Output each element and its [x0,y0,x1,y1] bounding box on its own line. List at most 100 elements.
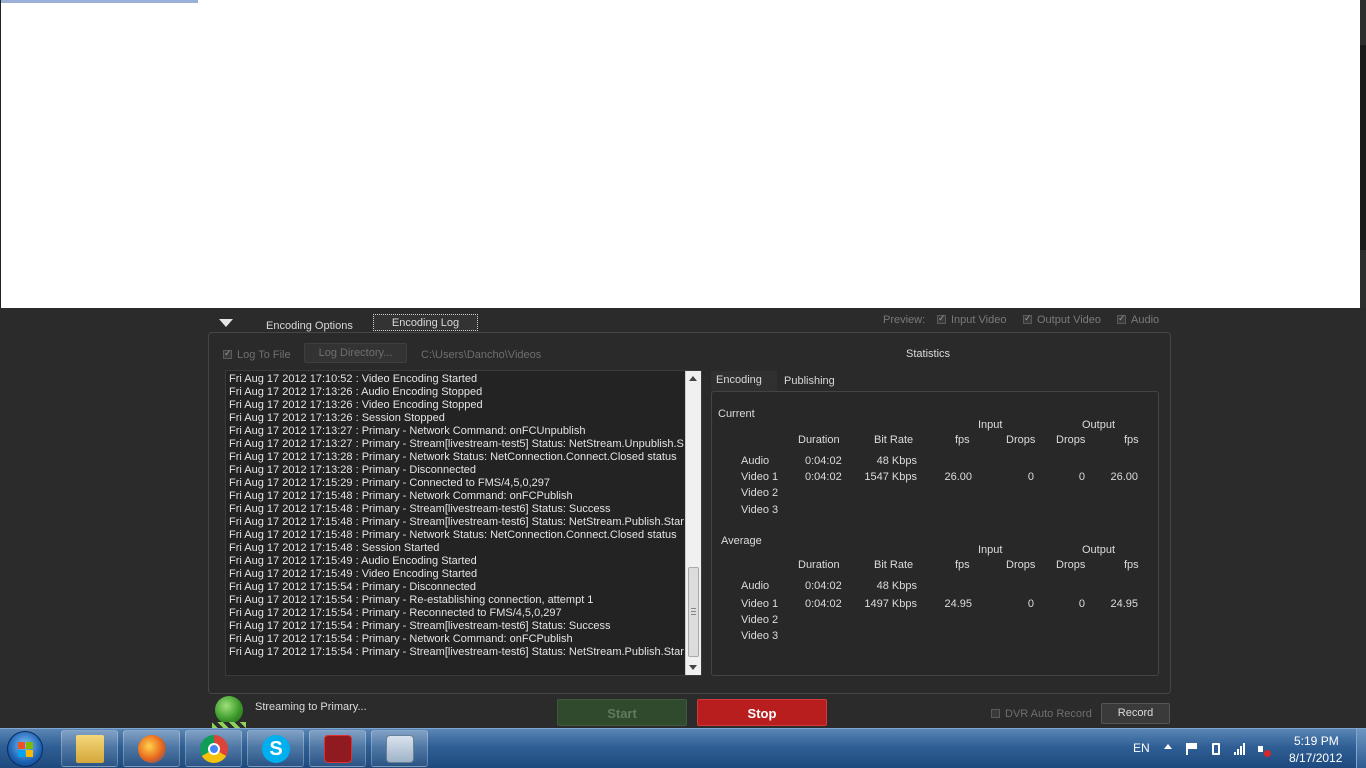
stat-average-bitrate: 48 Kbps [876,580,917,592]
encoding-log-panel: Log To File Log Directory... C:\Users\Da… [208,332,1171,694]
media-encoder-icon [324,735,352,763]
checkbox-icon[interactable] [937,313,946,324]
collapse-arrow-icon[interactable] [219,319,233,327]
checkbox-icon[interactable] [1023,313,1032,324]
volume-muted-icon[interactable] [1258,743,1271,757]
window-scrollbar[interactable] [1360,0,1366,308]
taskbar-skype-button[interactable]: S [247,730,304,767]
log-line: Fri Aug 17 2012 17:15:48 : Primary - Str… [229,516,684,528]
drops-header: Drops [1056,559,1086,571]
log-scrollbar[interactable] [685,371,701,675]
checkbox-icon[interactable] [991,709,1000,718]
input-header: Input [978,419,1003,431]
log-path: C:\Users\Dancho\Videos [421,349,542,361]
log-scroll-thumb[interactable] [688,567,699,657]
log-line: Fri Aug 17 2012 17:13:27 : Primary - Net… [229,425,586,437]
language-indicator[interactable]: EN [1133,741,1150,755]
fps-header: fps [955,434,970,446]
taskbar-chrome-button[interactable] [185,730,242,767]
calculator-icon [386,735,414,763]
battery-icon[interactable] [1212,743,1220,755]
output-header: Output [1082,544,1116,556]
dvr-auto-record-checkbox[interactable]: DVR Auto Record [991,708,1092,720]
firefox-icon [138,735,166,763]
taskbar-firefox-button[interactable] [123,730,180,767]
preview-label: Preview: [883,314,926,326]
stat-average-in-fps: 24.95 [944,598,972,610]
checkbox-icon[interactable] [1117,313,1126,324]
log-line: Fri Aug 17 2012 17:15:29 : Primary - Con… [229,477,551,489]
log-line: Fri Aug 17 2012 17:15:54 : Primary - Dis… [229,581,477,593]
tab-stat-encoding[interactable]: Encoding [711,371,777,391]
duration-header: Duration [798,434,840,446]
show-hidden-icons-icon[interactable] [1164,744,1172,749]
input-header: Input [978,544,1003,556]
action-center-flag-icon[interactable] [1186,743,1198,755]
fps-header: fps [955,559,970,571]
log-textarea[interactable]: Fri Aug 17 2012 17:10:52 : Video Encodin… [225,370,702,676]
preview-output-video[interactable]: Output Video [1023,313,1102,326]
network-signal-icon[interactable] [1234,743,1246,755]
bitrate-header: Bit Rate [874,559,914,571]
clock-time[interactable]: 5:19 PM [1294,734,1339,748]
stat-current-bitrate: 48 Kbps [876,455,917,467]
preview-audio-label: Audio [1131,314,1160,326]
log-to-file-checkbox[interactable]: Log To File [223,348,291,361]
log-line: Fri Aug 17 2012 17:15:48 : Session Start… [229,542,440,554]
preview-audio[interactable]: Audio [1117,313,1160,326]
preview-input-video[interactable]: Input Video [937,313,1006,326]
clock-date[interactable]: 8/17/2012 [1289,751,1342,765]
show-desktop-button[interactable] [1356,729,1366,768]
taskbar-media-encoder-button[interactable] [309,730,366,767]
log-line: Fri Aug 17 2012 17:13:26 : Audio Encodin… [229,386,483,398]
bitrate-header: Bit Rate [874,434,914,446]
log-line: Fri Aug 17 2012 17:13:26 : Session Stopp… [229,412,445,424]
log-line: Fri Aug 17 2012 17:15:49 : Audio Encodin… [229,555,477,567]
log-lines: Fri Aug 17 2012 17:10:52 : Video Encodin… [229,373,684,659]
drops-header: Drops [1006,559,1036,571]
checkbox-icon[interactable] [223,348,232,359]
log-line: Fri Aug 17 2012 17:15:48 : Primary - Net… [229,529,677,541]
stop-button[interactable]: Stop [697,699,827,726]
log-line: Fri Aug 17 2012 17:13:27 : Primary - Str… [229,438,684,450]
windows-explorer-icon [76,735,104,763]
drops-header: Drops [1006,434,1036,446]
log-line: Fri Aug 17 2012 17:15:54 : Primary - Str… [229,620,611,632]
windows-start-icon[interactable] [7,731,43,767]
stat-current-name: Video 1 [741,471,779,483]
preview-output-video-label: Output Video [1037,314,1102,326]
skype-icon: S [262,735,290,763]
log-line: Fri Aug 17 2012 17:13:28 : Primary - Dis… [229,464,477,476]
stat-current-in-fps: 26.00 [944,471,972,483]
stat-average-name: Video 1 [741,598,779,610]
log-to-file-label: Log To File [237,349,291,361]
stat-current-duration: 0:04:02 [805,455,842,467]
log-line: Fri Aug 17 2012 17:10:52 : Video Encodin… [229,373,478,385]
output-header: Output [1082,419,1116,431]
record-button[interactable]: Record [1101,703,1170,724]
encoder-panel: Encoding Options Encoding Log Preview: I… [0,308,1366,728]
log-line: Fri Aug 17 2012 17:15:54 : Primary - Re-… [229,594,594,606]
scroll-up-icon[interactable] [689,376,697,381]
log-line: Fri Aug 17 2012 17:15:54 : Primary - Net… [229,633,573,645]
stat-average-name: Video 3 [741,630,779,642]
globe-icon [215,696,243,724]
preview-area [0,0,1366,308]
grip-icon [691,608,696,615]
stat-average-duration: 0:04:02 [805,598,842,610]
tab-encoding-log[interactable]: Encoding Log [373,314,478,331]
taskbar-explorer-button[interactable] [61,730,118,767]
scrollbar-thumb[interactable] [1360,45,1366,250]
duration-header: Duration [798,559,840,571]
top-accent-bar [1,0,198,3]
taskbar-calculator-button[interactable] [371,730,428,767]
tab-stat-publishing[interactable]: Publishing [784,375,835,387]
scroll-down-icon[interactable] [689,665,697,670]
stat-current-duration: 0:04:02 [805,471,842,483]
statistics-table: Current Input Output Duration Bit Rate f… [711,391,1159,676]
drops-header: Drops [1056,434,1086,446]
stat-current-name: Video 3 [741,504,779,516]
start-button[interactable]: Start [557,699,687,726]
stat-current-name: Video 2 [741,487,779,499]
log-directory-button[interactable]: Log Directory... [304,343,407,363]
